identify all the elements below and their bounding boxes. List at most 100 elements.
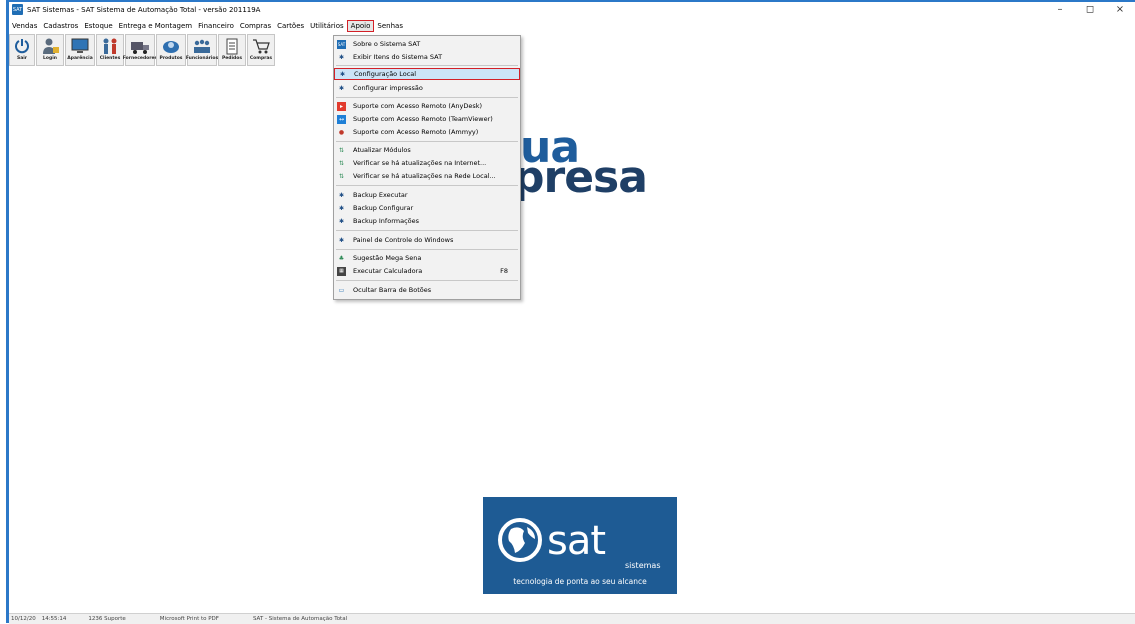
toolbar-button-aparencia[interactable]: Aparência [65,34,95,66]
status-time: 14:55:14 [41,616,67,622]
maximize-button[interactable]: ◻ [1075,4,1105,15]
toolbar-label: Fornecedores [122,56,158,61]
shortcut-label: F8 [500,267,508,275]
products-icon [163,41,179,53]
menu-item-configuracao-local[interactable]: ✱ Configuração Local [334,68,520,80]
menu-senhas[interactable]: Senhas [374,20,406,32]
menu-item-backup-executar[interactable]: ✱ Backup Executar [334,189,520,201]
menu-cadastros[interactable]: Cadastros [40,20,81,32]
menu-separator [336,141,518,142]
menu-item-label: Painel de Controle do Windows [353,236,454,244]
menu-separator [336,230,518,231]
menu-item-atualizacoes-rede[interactable]: ⇅ Verificar se há atualizações na Rede L… [334,170,520,182]
menu-item-ammyy[interactable]: ● Suporte com Acesso Remoto (Ammyy) [334,126,520,138]
window-title: SAT Sistemas - SAT Sistema de Automação … [27,5,261,14]
menu-item-mega-sena[interactable]: ♣ Sugestão Mega Sena [334,252,520,264]
toolbar-button-login[interactable]: Login [36,34,64,66]
menu-item-label: Executar Calculadora [353,267,423,275]
menu-item-configurar-impressao[interactable]: ✱ Configurar impressão [334,82,520,94]
menu-financeiro[interactable]: Financeiro [195,20,237,32]
menu-separator [336,249,518,250]
menu-entrega-montagem[interactable]: Entrega e Montagem [116,20,196,32]
menu-separator [336,185,518,186]
menu-separator [336,65,518,66]
menu-item-atualizar-modulos[interactable]: ⇅ Atualizar Módulos [334,144,520,156]
update-icon: ⇅ [338,159,345,167]
menu-item-calculadora[interactable]: ▦ Executar Calculadora F8 [334,265,520,277]
menu-item-label: Configuração Local [354,70,417,78]
toolbar-button-produtos[interactable]: Produtos [156,34,186,66]
toolbar: Sair Login Aparência Clientes Fornecedor… [9,34,276,66]
menu-item-label: Backup Configurar [353,204,414,212]
status-bar: 10/12/20 14:55:14 1236 Suporte Microsoft… [9,613,1135,624]
menu-bar: Vendas Cadastros Estoque Entrega e Monta… [9,19,1135,33]
menu-item-label: Backup Informações [353,217,420,225]
power-icon [15,39,29,54]
toolbar-label: Funcionários [185,56,219,61]
menu-apoio[interactable]: Apoio [346,20,375,32]
ammyy-icon: ● [338,128,345,136]
company-logo-line2: presa [513,152,648,203]
window-controls: – ◻ × [1045,2,1135,17]
gear-icon: ✱ [338,217,345,225]
toolbar-button-fornecedores[interactable]: Fornecedores [122,34,158,66]
teamviewer-icon: ↔ [337,114,346,124]
close-button[interactable]: × [1105,4,1135,15]
truck-icon [131,42,149,54]
sat-logo-subtitle: sistemas [625,561,661,570]
toolbar-button-sair[interactable]: Sair [9,34,35,66]
toolbar-label: Clientes [99,56,121,61]
status-printer: Microsoft Print to PDF [159,616,219,622]
menu-item-label: Atualizar Módulos [353,146,411,154]
sat-icon: SAT [337,39,346,49]
menu-estoque[interactable]: Estoque [81,20,115,32]
menu-item-label: Configurar impressão [353,84,423,92]
calculator-icon: ▦ [337,266,346,276]
gear-icon: ✱ [338,236,345,244]
update-icon: ⇅ [338,172,345,180]
update-icon: ⇅ [338,146,345,154]
menu-vendas[interactable]: Vendas [9,20,40,32]
sat-logo-tagline: tecnologia de ponta ao seu alcance [513,577,647,586]
menu-item-label: Verificar se há atualizações na Rede Loc… [353,172,496,180]
menu-cartoes[interactable]: Cartões [274,20,307,32]
menu-separator [336,280,518,281]
menu-item-backup-configurar[interactable]: ✱ Backup Configurar [334,202,520,214]
menu-item-exibir-itens[interactable]: ✱ Exibir Itens do Sistema SAT [334,51,520,63]
menu-item-label: Exibir Itens do Sistema SAT [353,53,443,61]
toolbar-label: Compras [249,56,273,61]
toolbar-label: Sair [16,56,28,61]
toolbar-label: Login [43,56,57,61]
status-user: 1236 Suporte [88,616,126,622]
toolbar-button-funcionarios[interactable]: Funcionários [185,34,219,66]
menu-item-painel-controle[interactable]: ✱ Painel de Controle do Windows [334,234,520,246]
toolbar-button-clientes[interactable]: Clientes [96,34,124,66]
menu-utilitarios[interactable]: Utilitários [307,20,347,32]
menu-item-label: Verificar se há atualizações na Internet… [353,159,487,167]
toolbar-label: Produtos [159,56,183,61]
menu-item-label: Sobre o Sistema SAT [353,40,421,48]
toolbar-button-compras[interactable]: Compras [247,34,275,66]
staff-icon [194,39,210,53]
gear-icon: ✱ [338,191,345,199]
menu-item-sobre[interactable]: SAT Sobre o Sistema SAT [334,38,520,50]
menu-item-label: Backup Executar [353,191,408,199]
status-date: 10/12/20 [11,616,36,622]
menu-item-atualizacoes-internet[interactable]: ⇅ Verificar se há atualizações na Intern… [334,157,520,169]
sat-logo-word: sat [547,518,606,564]
anydesk-icon: ▸ [337,101,346,111]
menu-item-label: Suporte com Acesso Remoto (TeamViewer) [353,115,493,123]
menu-item-backup-informacoes[interactable]: ✱ Backup Informações [334,215,520,227]
menu-item-ocultar-barra[interactable]: ▭ Ocultar Barra de Botões [334,284,520,296]
title-bar[interactable]: SAT SAT Sistemas - SAT Sistema de Automa… [9,2,1135,17]
clipboard-icon [226,38,238,55]
menu-compras[interactable]: Compras [237,20,274,32]
menu-separator [336,97,518,98]
gear-icon: ✱ [338,84,345,92]
minimize-button[interactable]: – [1045,4,1075,15]
app-icon: SAT [12,4,23,15]
menu-item-teamviewer[interactable]: ↔ Suporte com Acesso Remoto (TeamViewer) [334,113,520,125]
menu-item-anydesk[interactable]: ▸ Suporte com Acesso Remoto (AnyDesk) [334,100,520,112]
clients-icon [103,38,117,54]
toolbar-button-pedidos[interactable]: Pedidos [218,34,246,66]
